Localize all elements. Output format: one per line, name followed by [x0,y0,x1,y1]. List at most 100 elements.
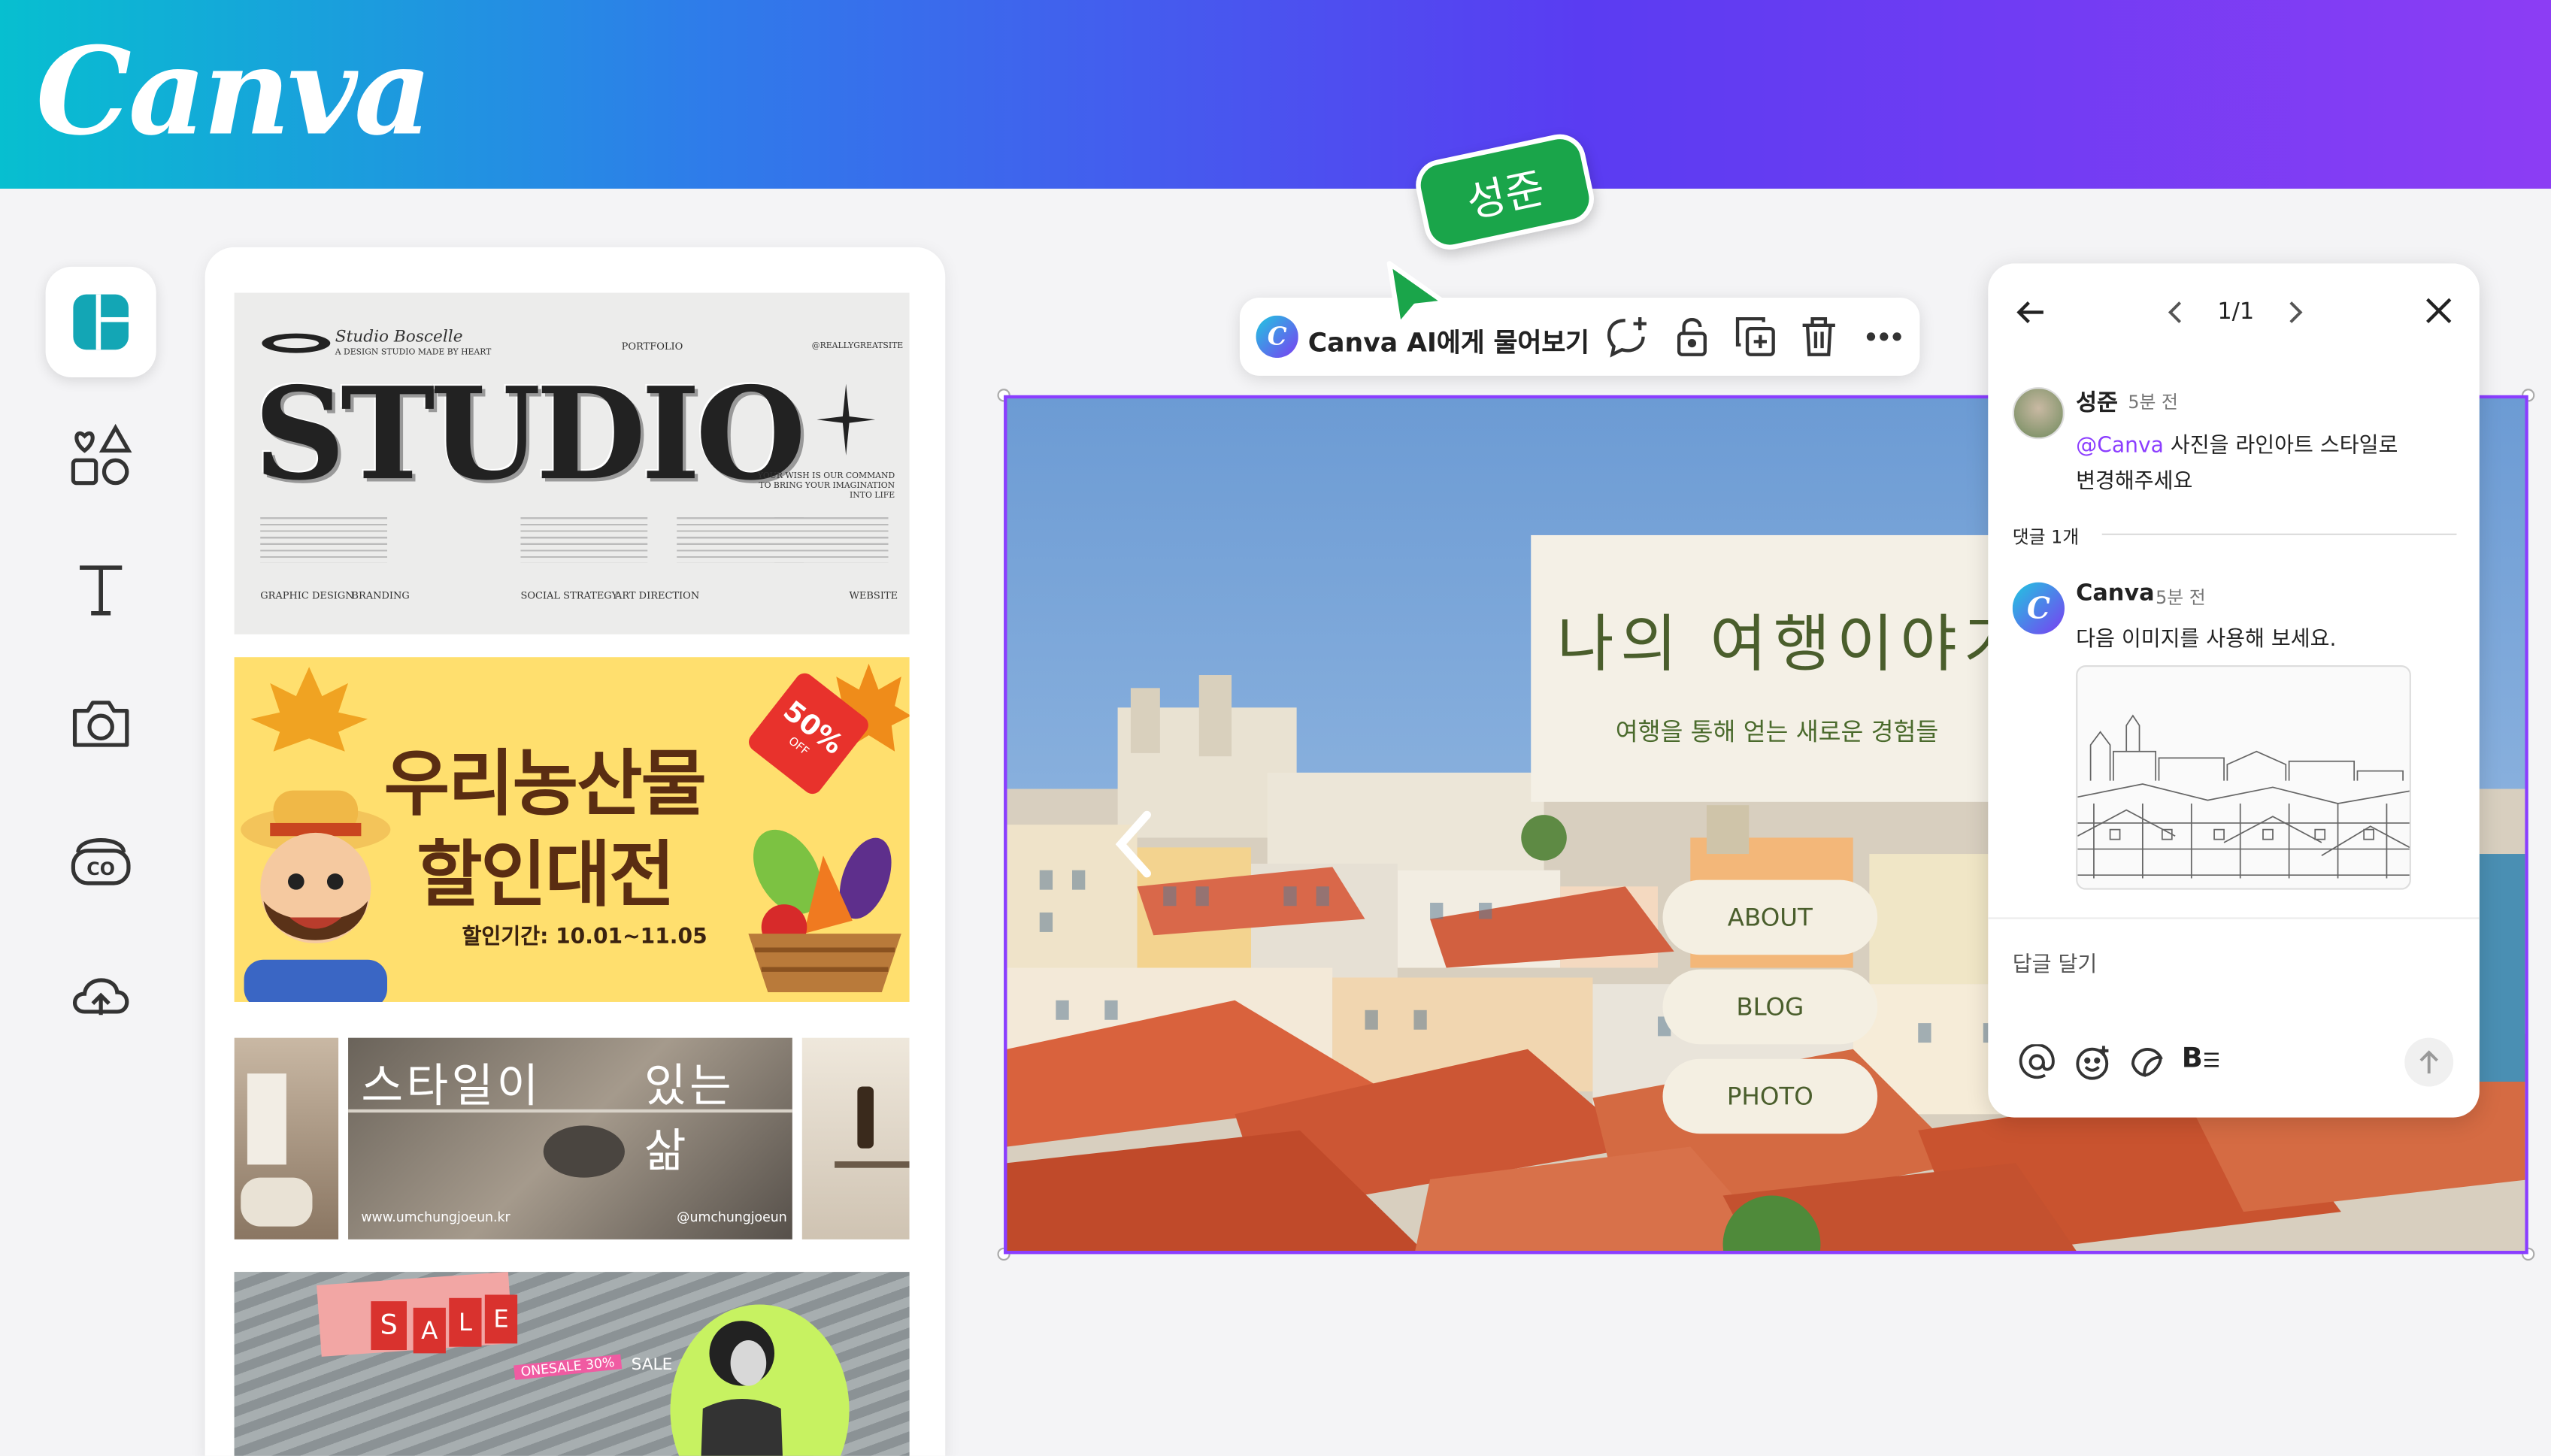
divider [1988,917,2480,919]
cloud-upload-icon [72,978,129,1016]
reply-count: 댓글 1개 [2012,527,2080,549]
studio-body-2 [520,517,648,563]
eye-logo-icon [262,333,331,353]
studio-footer-1: GRAPHIC DESIGN [260,590,354,602]
close-icon[interactable] [2424,296,2453,325]
camera-icon [72,701,129,747]
sidebar-item-apps[interactable]: CO [46,804,156,914]
arrow-up-icon [2419,1050,2438,1074]
style-text-right: 있는 삶 [644,1058,735,1178]
style-text-left: 스타일이 [361,1058,542,1113]
sale-letter: E [484,1294,518,1344]
more-icon[interactable] [1862,314,1907,360]
style-url: www.umchungjoeun.kr [361,1209,511,1225]
sale-small: SALE [631,1356,673,1375]
comment-body-line-1: @Canva 사진을 라인아트 스타일로 [2076,434,2398,459]
comment-author: 성준 [2076,390,2118,416]
template-farm-sale[interactable]: 우리농산물 할인대전 할인기간: 10.01~11.05 50% OFF [234,657,910,1002]
svg-text:CO: CO [86,858,115,879]
design-button-photo[interactable]: PHOTO [1662,1058,1878,1134]
elements-icon [71,423,132,486]
collaborator-cursor: 성준 [1410,129,1599,255]
sidebar-item-uploads[interactable] [46,937,156,1047]
lock-icon[interactable] [1669,314,1715,360]
design-button-about[interactable]: ABOUT [1662,879,1878,955]
studio-footer-4: ART DIRECTION [614,590,700,602]
sparkle-icon [817,383,876,456]
element-toolbar: C Canva AI에게 물어보기 [1239,297,1920,376]
trash-icon[interactable] [1796,314,1842,360]
text-icon [80,565,123,616]
studio-brand-sub: A DESIGN STUDIO MADE BY HEART [335,348,492,359]
template-row-lifestyle: 스타일이 있는 삶 www.umchungjoeun.kr @umchungjo… [234,1037,910,1240]
sidebar-item-photos[interactable] [46,667,156,777]
template-interior-right[interactable] [801,1037,910,1240]
sidebar-item-templates[interactable] [45,266,156,378]
studio-footer-2: BRANDING [351,590,410,602]
template-style-life[interactable]: 스타일이 있는 삶 www.umchungjoeun.kr @umchungjo… [348,1037,792,1240]
sidebar-item-elements[interactable] [46,400,156,510]
sidebar-item-text[interactable] [46,534,156,644]
studio-title: STUDIO [253,361,807,510]
mention-icon[interactable] [2019,1044,2055,1080]
reply-author: Canva [2076,580,2155,607]
studio-website: @REALLYGREATSITE [811,341,904,352]
chevron-right-icon[interactable] [2284,299,2307,325]
send-button[interactable] [2404,1037,2454,1087]
farm-title-2: 할인대전 [416,834,675,918]
template-interior-left[interactable] [234,1037,339,1240]
cursor-arrow-icon [1386,261,1447,328]
farm-title-1: 우리농산물 [383,743,707,827]
woman-figure [701,1321,783,1456]
studio-footer-3: SOCIAL STRATEGY [520,590,619,602]
collaborator-name-tag: 성준 [1410,129,1599,255]
emoji-icon[interactable] [2074,1044,2110,1080]
divider [2101,533,2457,535]
templates-panel: Studio Boscelle A DESIGN STUDIO MADE BY … [205,247,946,1456]
back-arrow-icon[interactable] [2014,296,2047,328]
sale-letter: S [371,1301,407,1351]
lineart-image[interactable] [2076,665,2411,890]
design-subtitle: 여행을 통해 얻는 새로운 경험들 [1615,717,1939,747]
add-comment-icon[interactable] [1604,314,1650,360]
comment-body-line-2: 변경해주세요 [2076,470,2193,495]
design-button-blog[interactable]: BLOG [1662,969,1878,1045]
mention-tag[interactable]: @Canva [2076,434,2164,459]
canva-ai-logo-icon: C [1256,315,1298,359]
farmer-character [241,790,391,1002]
design-title: 나의 여행이야기 [1556,608,2027,680]
apps-icon: CO [71,838,131,885]
farm-date: 할인기간: 10.01~11.05 [462,925,707,950]
reply-text: 다음 이미지를 사용해 보세요. [2076,628,2337,652]
sticker-icon[interactable] [2128,1044,2164,1080]
comment-time: 5분 전 [2128,392,2178,413]
reply-input[interactable]: 답글 달기 [2013,946,2097,977]
text-format-icon[interactable]: B☰ [2182,1043,2220,1075]
duplicate-icon[interactable] [1733,314,1779,360]
studio-footer-5: WEBSITE [849,590,898,602]
sale-letter: A [413,1307,446,1354]
templates-icon [73,294,129,350]
canva-logo: Canva [35,23,432,163]
chevron-left-icon[interactable] [1111,808,1153,879]
svg-text:C: C [2027,591,2050,625]
design-title-card[interactable]: 나의 여행이야기 여행을 통해 얻는 새로운 경험들 [1531,534,2020,802]
canva-avatar-icon: C [2012,582,2065,634]
studio-body-4 [774,517,889,563]
vegetable-basket [748,829,901,992]
studio-brand-script: Studio Boscelle [335,328,463,347]
comment-pager: 1/1 [2217,299,2255,325]
studio-tagline: YOUR WISH IS OUR COMMAND TO BRING YOUR I… [757,471,895,501]
template-sale[interactable]: S A L E ONESALE 30% SALE [234,1272,910,1456]
reply-time: 5분 전 [2156,587,2206,609]
svg-text:C: C [1268,322,1287,351]
studio-body-1 [260,517,388,563]
discount-value: 50% [776,695,849,762]
template-studio[interactable]: Studio Boscelle A DESIGN STUDIO MADE BY … [234,292,910,634]
comments-panel: 1/1 성준 5분 전 @Canva 사진을 라인아트 스타일로 변경해주세요 … [1988,263,2480,1118]
avatar [2012,387,2065,440]
style-handle: @umchungjoeun [677,1209,787,1225]
sale-letter: L [449,1297,482,1347]
lineart-city-illustration [2077,714,2410,879]
chevron-left-icon[interactable] [2164,299,2186,325]
